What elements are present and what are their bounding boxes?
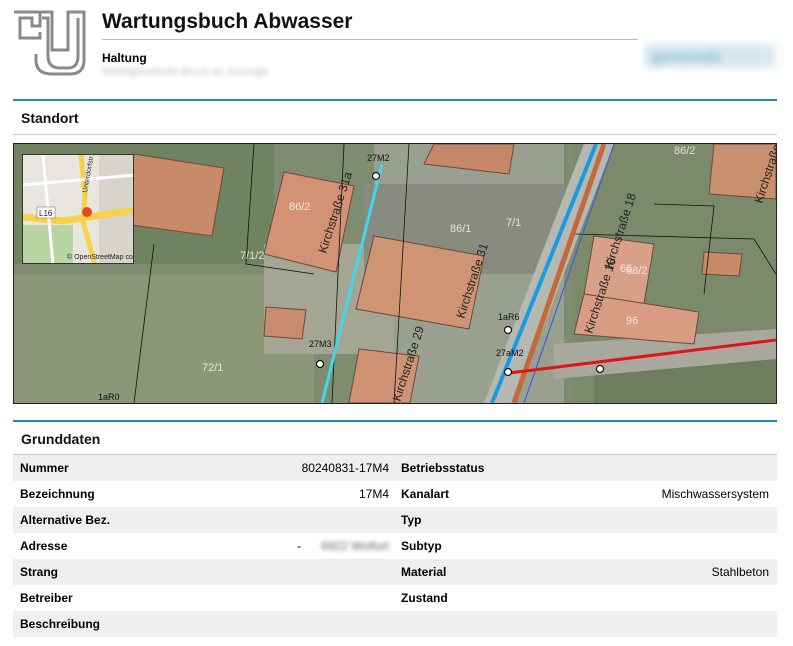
field-label: Typ [401,513,422,527]
field-label: Nummer [20,461,69,475]
table-row: Nummer 80240831-17M4 Betriebsstatus [13,455,777,481]
page-title: Wartungsbuch Abwasser [102,10,353,33]
map-label-27aM2: 27aM2 [496,348,524,358]
field-label: Betriebsstatus [401,461,485,475]
map-parcel-72-1: 72/1 [202,362,223,374]
brand-logo: gemeinde [645,44,775,68]
table-row: Bezeichnung 17M4 Kanalart Mischwassersys… [13,481,777,507]
location-map[interactable]: 27M2 27M3 1aR6 27aM2 1aR0 86/2 86/1 7/1/… [13,143,777,404]
map-label-1aR0: 1aR0 [98,392,120,402]
section-title-grunddaten: Grunddaten [21,431,101,447]
logo-icon [14,10,86,76]
map-parcel-7-1-2: 7/1/2 [240,250,264,262]
map-parcel-86-2: 86/2 [289,201,310,213]
map-parcel-7-1: 7/1 [506,217,521,229]
field-label: Subtyp [401,539,442,553]
map-parcel-86-2b: 86/2 [674,145,695,157]
table-row: Adresse - 6922 Wolfurt Subtyp [13,533,777,559]
field-value: 80240831-17M4 [301,461,389,475]
osm-canvas: L16 Unterdorfstr. [23,155,133,263]
field-label: Bezeichnung [20,487,95,501]
field-value: Mischwassersystem [661,487,769,501]
subtitle-label: Haltung [102,51,147,65]
table-row: Betreiber Zustand [13,585,777,611]
table-row: Strang Material Stahlbeton [13,559,777,585]
brand-text: gemeinde [651,49,721,66]
table-row: Alternative Bez. Typ [13,507,777,533]
field-label: Adresse [20,539,68,553]
field-label: Strang [20,565,59,579]
osm-label-l16: L16 [39,209,53,218]
field-value: 17M4 [358,487,389,501]
field-label: Alternative Bez. [20,513,111,527]
field-label: Material [401,565,447,579]
field-label: Betreiber [20,591,73,605]
title-divider [102,39,638,40]
map-label-27M2: 27M2 [367,153,390,163]
field-label: Beschreibung [20,617,101,631]
section-underline-standort [13,134,777,135]
table-row: Beschreibung [13,611,777,637]
address-prefix: - [297,539,302,553]
map-parcel-96: 96 [626,315,638,327]
address-value: 6922 Wolfurt [321,539,389,553]
map-label-27M3: 27M3 [309,339,332,349]
section-divider-grunddaten [13,420,777,422]
map-parcel-66: 66 [620,263,632,275]
field-value: - 6922 Wolfurt [297,539,389,553]
subtitle-value: Marktgemeinde Bruck an Sonnige [102,66,268,78]
map-parcel-86-1: 86/1 [450,223,471,235]
field-label: Kanalart [401,487,450,501]
osm-overview-map[interactable]: L16 Unterdorfstr. © OpenStreetMap co [22,154,134,264]
section-title-standort: Standort [21,110,79,126]
field-label: Zustand [401,591,448,605]
section-divider-standort [13,99,777,101]
map-label-1aR6: 1aR6 [498,312,520,322]
osm-credit: © OpenStreetMap co [67,254,133,261]
field-value: Stahlbeton [711,565,769,579]
